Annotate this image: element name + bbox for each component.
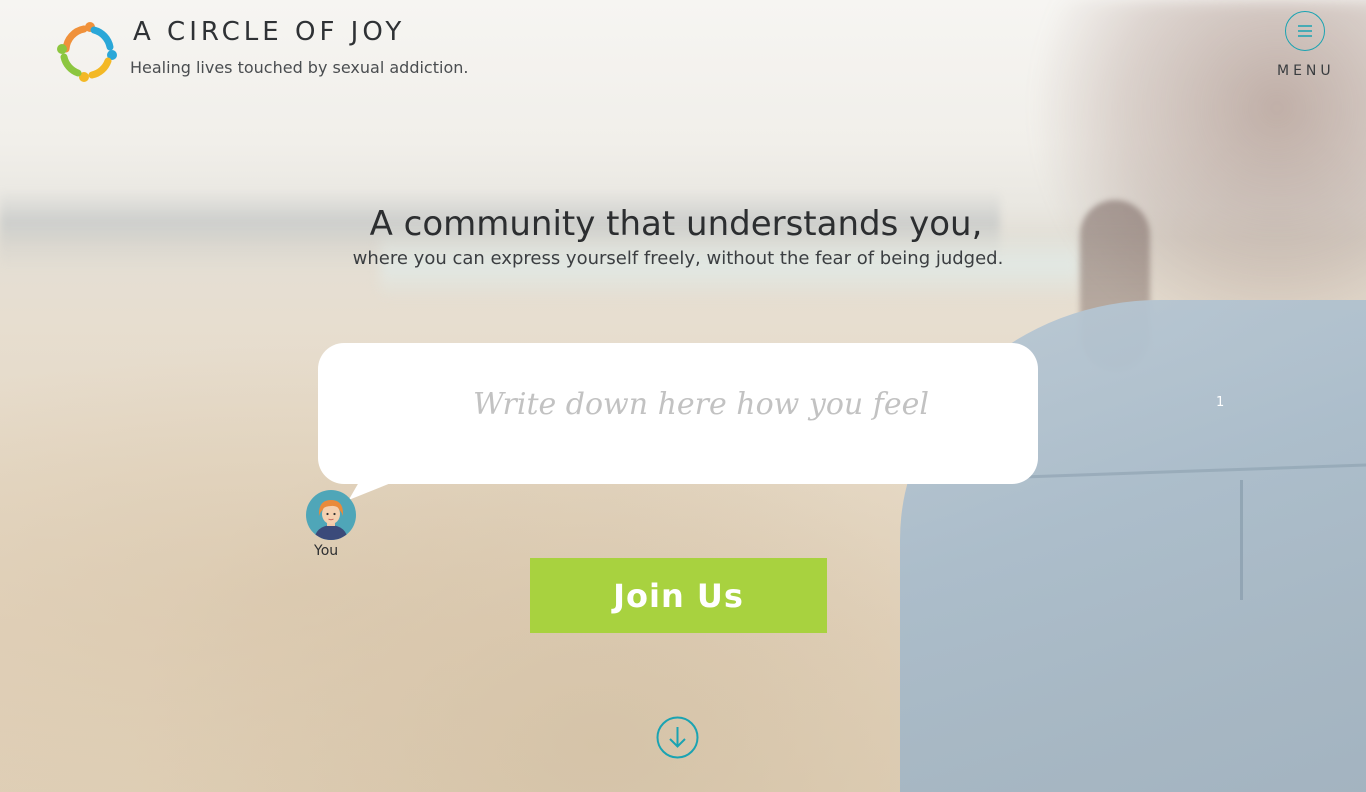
arrow-down-circle-icon: [656, 716, 699, 759]
logo-link[interactable]: [54, 19, 120, 85]
feelings-input[interactable]: [318, 343, 1038, 484]
site-title: A CIRCLE OF JOY: [133, 17, 406, 47]
site-tagline: Healing lives touched by sexual addictio…: [130, 58, 469, 77]
stray-text: 1: [1216, 395, 1225, 410]
background-shirt-seam: [1240, 480, 1243, 600]
user-avatar-icon: [306, 490, 356, 540]
join-us-button[interactable]: Join Us: [530, 558, 827, 633]
hero-title: A community that understands you,: [369, 204, 983, 244]
avatar-label: You: [314, 543, 339, 559]
circle-of-people-logo-icon: [57, 22, 117, 82]
menu-label[interactable]: MENU: [1277, 63, 1335, 79]
menu-button[interactable]: [1285, 11, 1325, 51]
user-avatar: [306, 490, 356, 540]
scroll-down-button[interactable]: [656, 716, 699, 759]
hero-subtitle: where you can express yourself freely, w…: [352, 248, 1004, 269]
hamburger-icon: [1298, 25, 1312, 37]
